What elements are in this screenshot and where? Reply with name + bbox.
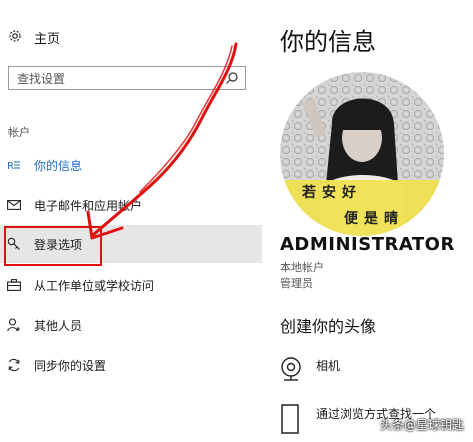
sidebar-item-work-school[interactable]: 从工作单位或学校访问: [0, 266, 262, 304]
gear-icon: [8, 29, 22, 47]
mail-icon: [6, 197, 22, 213]
avatar: 若安好 便是晴: [280, 72, 444, 236]
briefcase-icon: [6, 277, 22, 293]
camera-option[interactable]: 相机: [280, 356, 340, 385]
sidebar-item-other-people[interactable]: 其他人员: [0, 306, 262, 344]
search-input[interactable]: [15, 68, 219, 90]
account-type: 本地帐户: [280, 261, 324, 274]
search-icon[interactable]: [225, 70, 239, 89]
account-role: 管理员: [280, 277, 313, 290]
sidebar-item-sync[interactable]: 同步你的设置: [0, 346, 262, 384]
main-panel: 你的信息 若安好 便是晴 ADMINISTRATOR 本地帐户 管理员 创建你的…: [262, 0, 473, 442]
home-label: 主页: [34, 32, 61, 47]
page-title: 你的信息: [280, 28, 376, 56]
create-avatar-heading: 创建你的头像: [280, 317, 377, 336]
camera-option-label: 相机: [316, 359, 341, 373]
browse-icon: [280, 404, 302, 437]
watermark-text: 头条@星球钥匙: [380, 418, 465, 432]
sidebar-item-label: 其他人员: [34, 318, 83, 333]
person-info-icon: R: [6, 157, 22, 173]
avatar-caption-line2: 便是晴: [344, 211, 404, 227]
sidebar-item-email-accounts[interactable]: 电子邮件和应用帐户: [0, 186, 262, 224]
sidebar-item-label: 你的信息: [34, 158, 83, 173]
person-add-icon: [6, 317, 22, 333]
camera-icon: [280, 356, 302, 385]
home-link[interactable]: 主页: [8, 28, 60, 47]
section-header-accounts: 帐户: [8, 126, 30, 139]
svg-text:R: R: [7, 161, 14, 171]
highlight-annotation-box: [4, 226, 102, 266]
sidebar-item-label: 从工作单位或学校访问: [34, 278, 155, 293]
sidebar-item-label: 电子邮件和应用帐户: [34, 198, 143, 213]
sync-icon: [6, 357, 22, 373]
settings-sidebar: 主页 帐户 R 你的信息 电子邮件和应用帐户 登录选项 从工作单位或学校访问: [0, 0, 262, 442]
avatar-caption-line1: 若安好: [302, 185, 362, 201]
sidebar-item-label: 同步你的设置: [34, 358, 107, 373]
username: ADMINISTRATOR: [280, 234, 455, 255]
sidebar-item-your-info[interactable]: R 你的信息: [0, 146, 262, 184]
search-box[interactable]: [8, 66, 246, 90]
watermark: 头条@星球钥匙: [380, 416, 464, 433]
